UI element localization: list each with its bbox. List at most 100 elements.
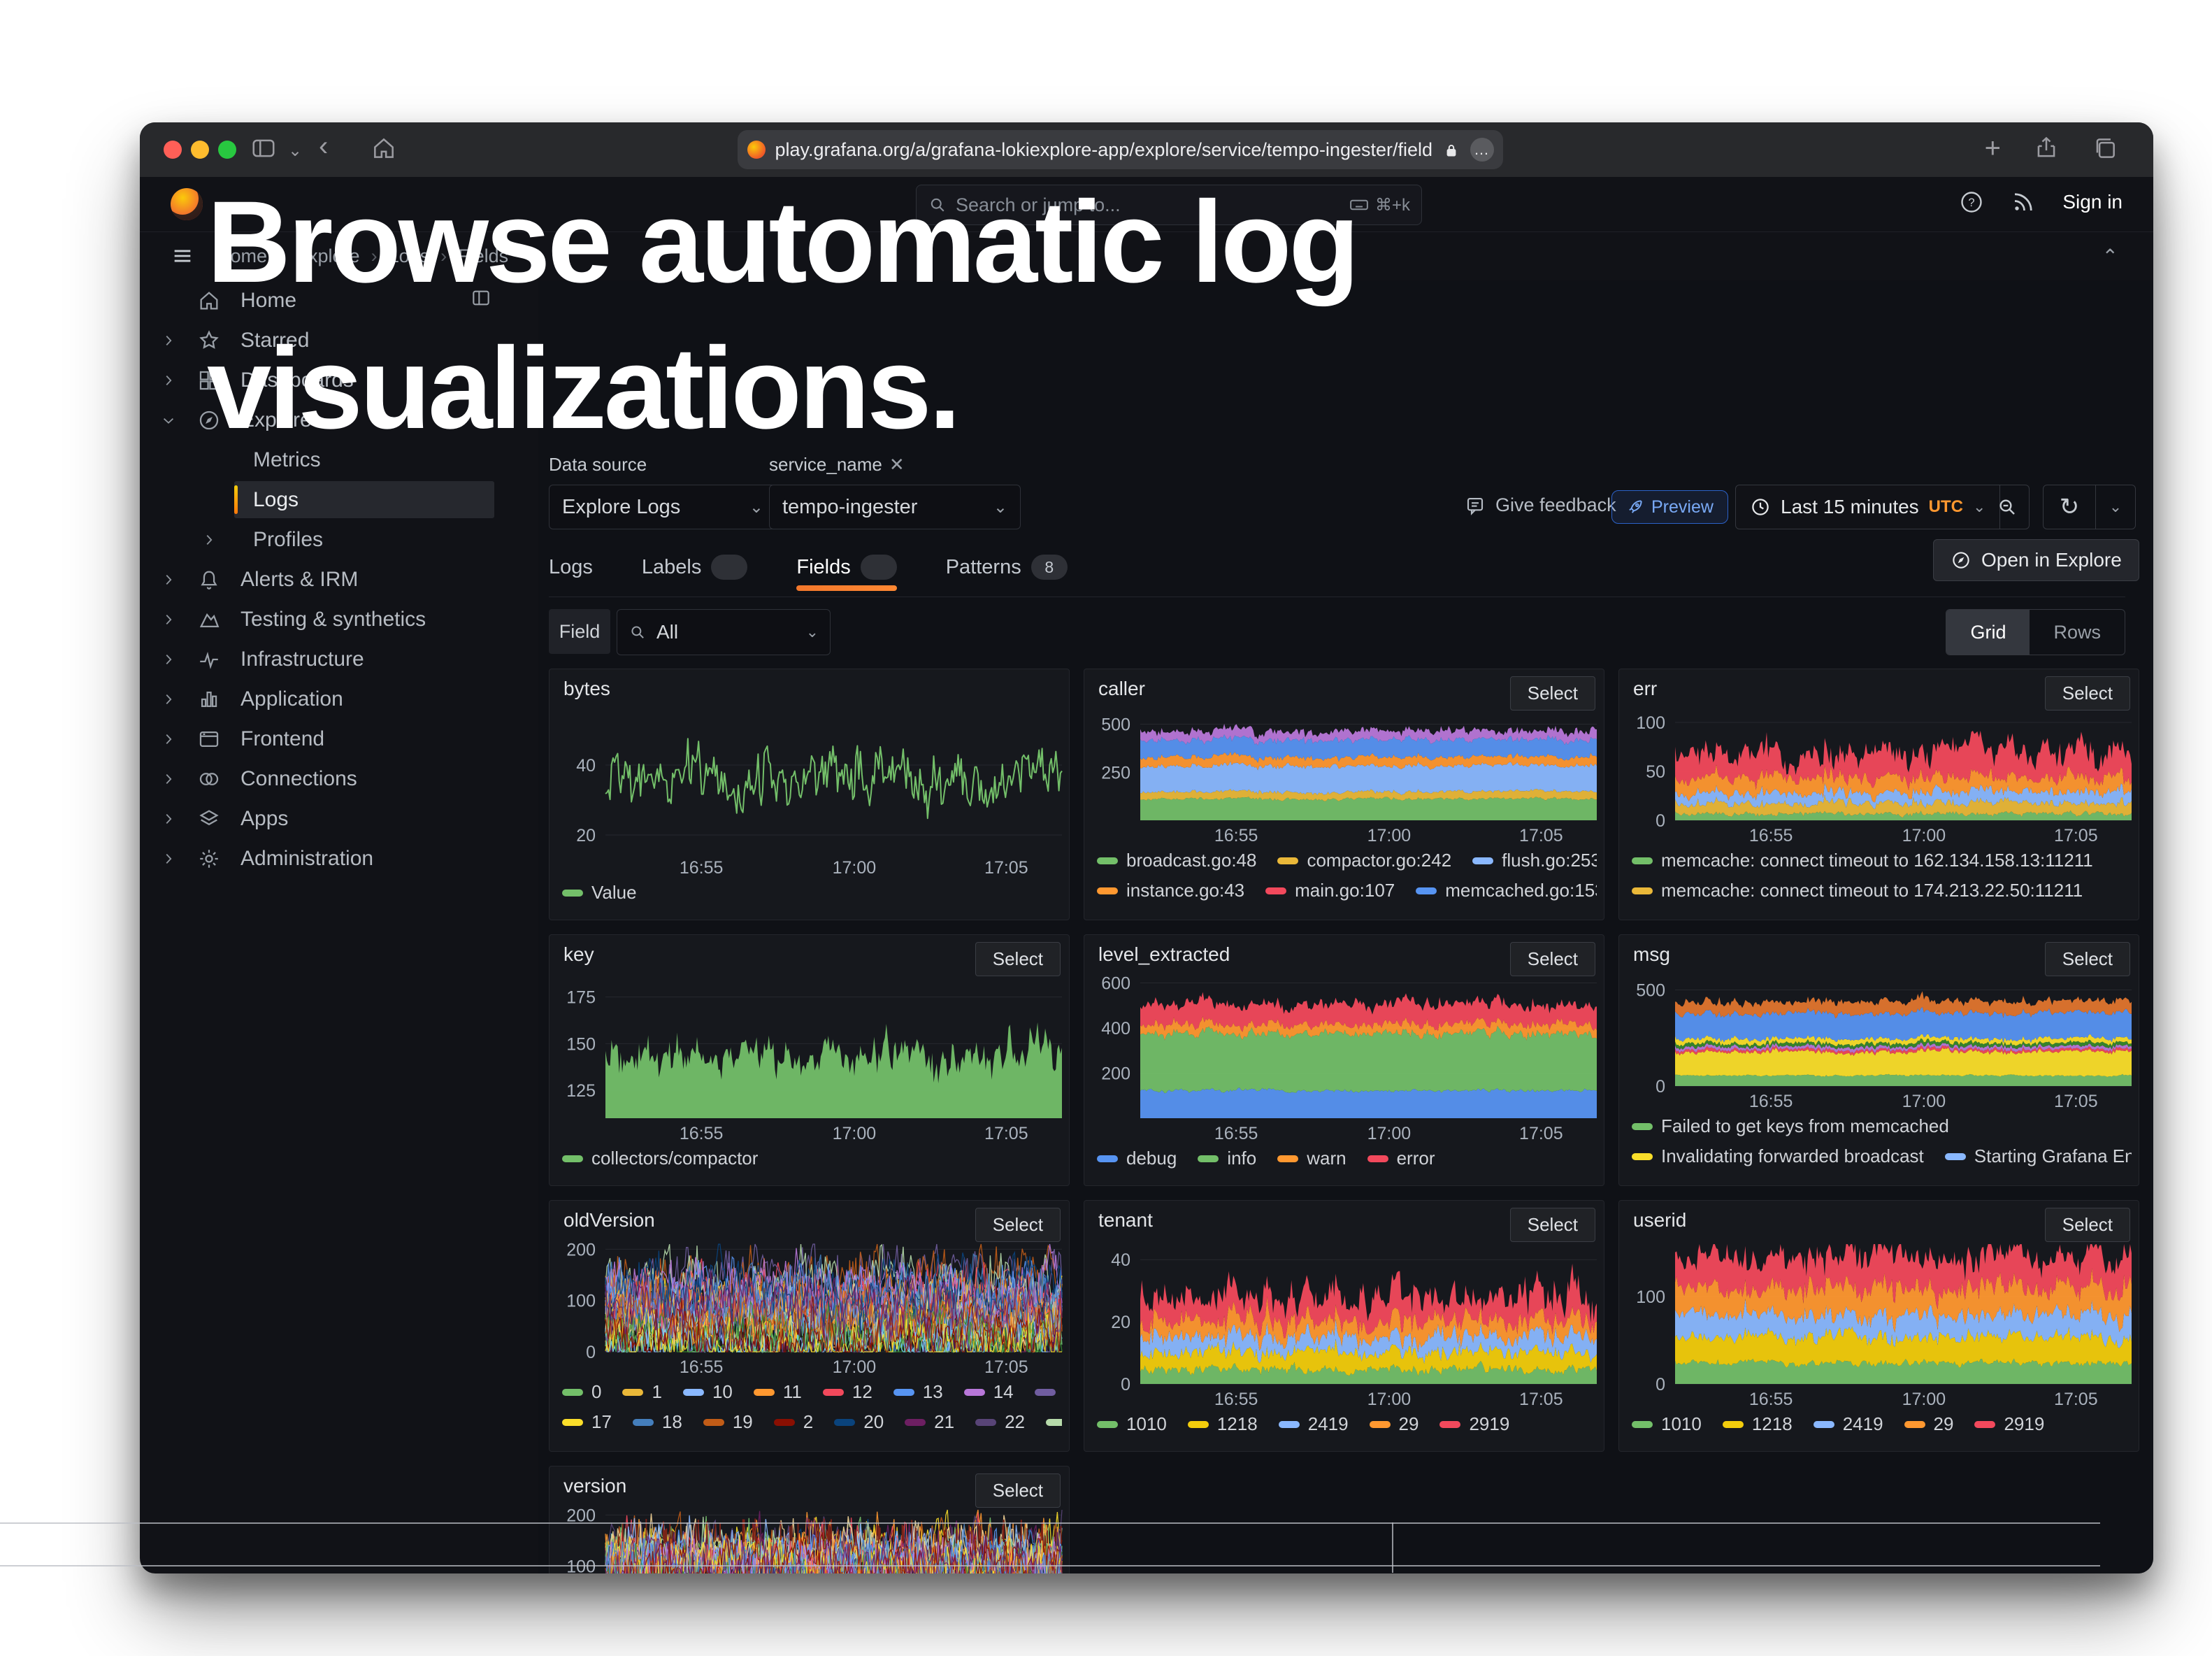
legend-item[interactable]: Starting Grafana Enterpri (1945, 1145, 2132, 1167)
legend-item[interactable]: 22 (975, 1411, 1025, 1433)
chevron-right-icon[interactable] (201, 532, 240, 548)
chevron-down-icon[interactable] (161, 413, 197, 428)
legend-item[interactable]: 29 (1370, 1413, 1419, 1435)
legend-item[interactable]: 15 (1035, 1381, 1062, 1403)
ellipsis-icon[interactable]: … (1470, 138, 1494, 162)
legend-item[interactable]: 2919 (1439, 1413, 1509, 1435)
legend-item[interactable]: 11 (754, 1381, 802, 1403)
back-icon[interactable]: ‹ (319, 131, 328, 162)
legend-item[interactable]: debug (1097, 1148, 1177, 1169)
minimize-window-button[interactable] (191, 141, 209, 159)
legend-item[interactable]: compactor.go:242 (1277, 850, 1451, 871)
sidebar-item-infrastructure[interactable]: Infrastructure (140, 639, 538, 679)
legend-item[interactable]: 1 (622, 1381, 661, 1403)
chevron-right-icon[interactable] (161, 731, 197, 747)
chevron-right-icon[interactable] (161, 771, 197, 787)
legend-item[interactable]: info (1198, 1148, 1256, 1169)
legend-item[interactable]: Invalidating forwarded broadcast (1632, 1145, 1924, 1167)
chevron-right-icon[interactable] (161, 333, 197, 348)
legend-item[interactable]: 10 (683, 1381, 733, 1403)
legend-item[interactable]: 19 (703, 1411, 753, 1433)
legend-item[interactable]: 2419 (1279, 1413, 1349, 1435)
legend-item[interactable]: 23 (1046, 1411, 1062, 1433)
legend-item[interactable]: instance.go:43 (1097, 880, 1244, 901)
legend-item[interactable]: flush.go:253 (1472, 850, 1597, 871)
legend-item[interactable]: 1010 (1097, 1413, 1167, 1435)
time-range-picker[interactable]: Last 15 minutes UTC ⌄ (1735, 485, 2000, 529)
chevron-right-icon[interactable] (161, 692, 197, 707)
refresh-icon[interactable]: ↻ (2044, 493, 2095, 521)
legend-item[interactable]: memcache: connect timeout to 174.213.22.… (1632, 880, 2083, 901)
service-name-select[interactable]: tempo-ingester⌄ (769, 485, 1021, 529)
chevron-down-icon[interactable]: ⌄ (288, 141, 302, 161)
legend-item[interactable]: 13 (893, 1381, 943, 1403)
tab-logs[interactable]: Logs (549, 545, 593, 590)
sidebar-item-profiles[interactable]: Profiles (140, 520, 538, 559)
give-feedback-link[interactable]: Give feedback (1465, 494, 1616, 516)
sidebar-item-application[interactable]: Application (140, 679, 538, 719)
sidebar-item-administration[interactable]: Administration (140, 838, 538, 878)
chevron-right-icon[interactable] (161, 572, 197, 587)
chevron-right-icon[interactable] (161, 851, 197, 866)
legend-item[interactable]: warn (1277, 1148, 1346, 1169)
preview-badge[interactable]: Preview (1611, 490, 1728, 524)
legend-item[interactable]: error (1367, 1148, 1435, 1169)
hamburger-icon[interactable] (171, 244, 194, 268)
close-window-button[interactable] (164, 141, 182, 159)
tabs-overview-icon[interactable] (2092, 135, 2118, 162)
data-source-select[interactable]: Explore Logs⌄ (549, 485, 777, 529)
legend-item[interactable]: 0 (562, 1381, 601, 1403)
chevron-right-icon[interactable] (161, 373, 197, 388)
legend-item[interactable]: 14 (964, 1381, 1014, 1403)
tab-patterns[interactable]: Patterns8 (946, 545, 1068, 590)
maximize-window-button[interactable] (218, 141, 236, 159)
news-icon[interactable] (2011, 190, 2036, 215)
legend-item[interactable]: memcached.go:153 (1416, 880, 1597, 901)
legend-item[interactable]: 29 (1904, 1413, 1954, 1435)
collapse-icon[interactable]: ⌃ (2102, 245, 2118, 268)
legend-item[interactable]: 1218 (1723, 1413, 1793, 1435)
legend-item[interactable]: memcache: connect timeout to 162.134.158… (1632, 850, 2093, 871)
legend-item[interactable]: main.go:107 (1265, 880, 1395, 901)
chart-userid: 010016:5517:0017:05 (1619, 1236, 2139, 1411)
zoom-out-button[interactable] (1985, 485, 2030, 529)
legend-item[interactable]: 17 (562, 1411, 612, 1433)
sidebar-item-logs[interactable]: Logs (140, 480, 538, 520)
legend-item[interactable]: 2919 (1974, 1413, 2044, 1435)
legend-item[interactable]: 20 (834, 1411, 884, 1433)
sidebar-item-alerts-irm[interactable]: Alerts & IRM (140, 559, 538, 599)
sidebar-item-apps[interactable]: Apps (140, 799, 538, 838)
legend-item[interactable]: Failed to get keys from memcached (1632, 1115, 1949, 1137)
sidebar-item-frontend[interactable]: Frontend (140, 719, 538, 759)
sidebar-toggle-icon[interactable] (250, 135, 277, 162)
url-bar[interactable]: play.grafana.org/a/grafana-lokiexplore-a… (738, 130, 1503, 169)
legend-item[interactable]: 2419 (1814, 1413, 1883, 1435)
sidebar-item-connections[interactable]: Connections (140, 759, 538, 799)
legend-item[interactable]: collectors/compactor (562, 1148, 758, 1169)
new-tab-icon[interactable]: + (1985, 135, 2001, 162)
legend-item[interactable]: Value (562, 882, 637, 904)
field-search-select[interactable]: All ⌄ (617, 609, 831, 655)
legend-item[interactable]: broadcast.go:48 (1097, 850, 1256, 871)
share-icon[interactable] (2033, 135, 2060, 162)
open-in-explore-button[interactable]: Open in Explore (1933, 539, 2139, 581)
legend-item[interactable]: 1218 (1188, 1413, 1258, 1435)
legend-item[interactable]: 12 (823, 1381, 872, 1403)
help-icon[interactable]: ? (1959, 190, 1984, 215)
view-toggle-rows[interactable]: Rows (2030, 610, 2125, 655)
view-toggle-grid[interactable]: Grid (1946, 610, 2030, 655)
tab-fields[interactable]: Fields (796, 545, 896, 590)
legend-item[interactable]: 21 (905, 1411, 954, 1433)
chevron-right-icon[interactable] (161, 652, 197, 667)
home-icon[interactable] (371, 135, 397, 162)
legend-item[interactable]: 1010 (1632, 1413, 1702, 1435)
tab-labels[interactable]: Labels (642, 545, 747, 590)
sign-in-button[interactable]: Sign in (2062, 191, 2123, 213)
legend-item[interactable]: 18 (633, 1411, 682, 1433)
chevron-down-icon[interactable]: ⌄ (2096, 498, 2135, 516)
grafana-logo[interactable] (171, 188, 203, 220)
sidebar-item-testing-synthetics[interactable]: Testing & synthetics (140, 599, 538, 639)
legend-item[interactable]: 2 (774, 1411, 813, 1433)
chevron-right-icon[interactable] (161, 811, 197, 827)
chevron-right-icon[interactable] (161, 612, 197, 627)
